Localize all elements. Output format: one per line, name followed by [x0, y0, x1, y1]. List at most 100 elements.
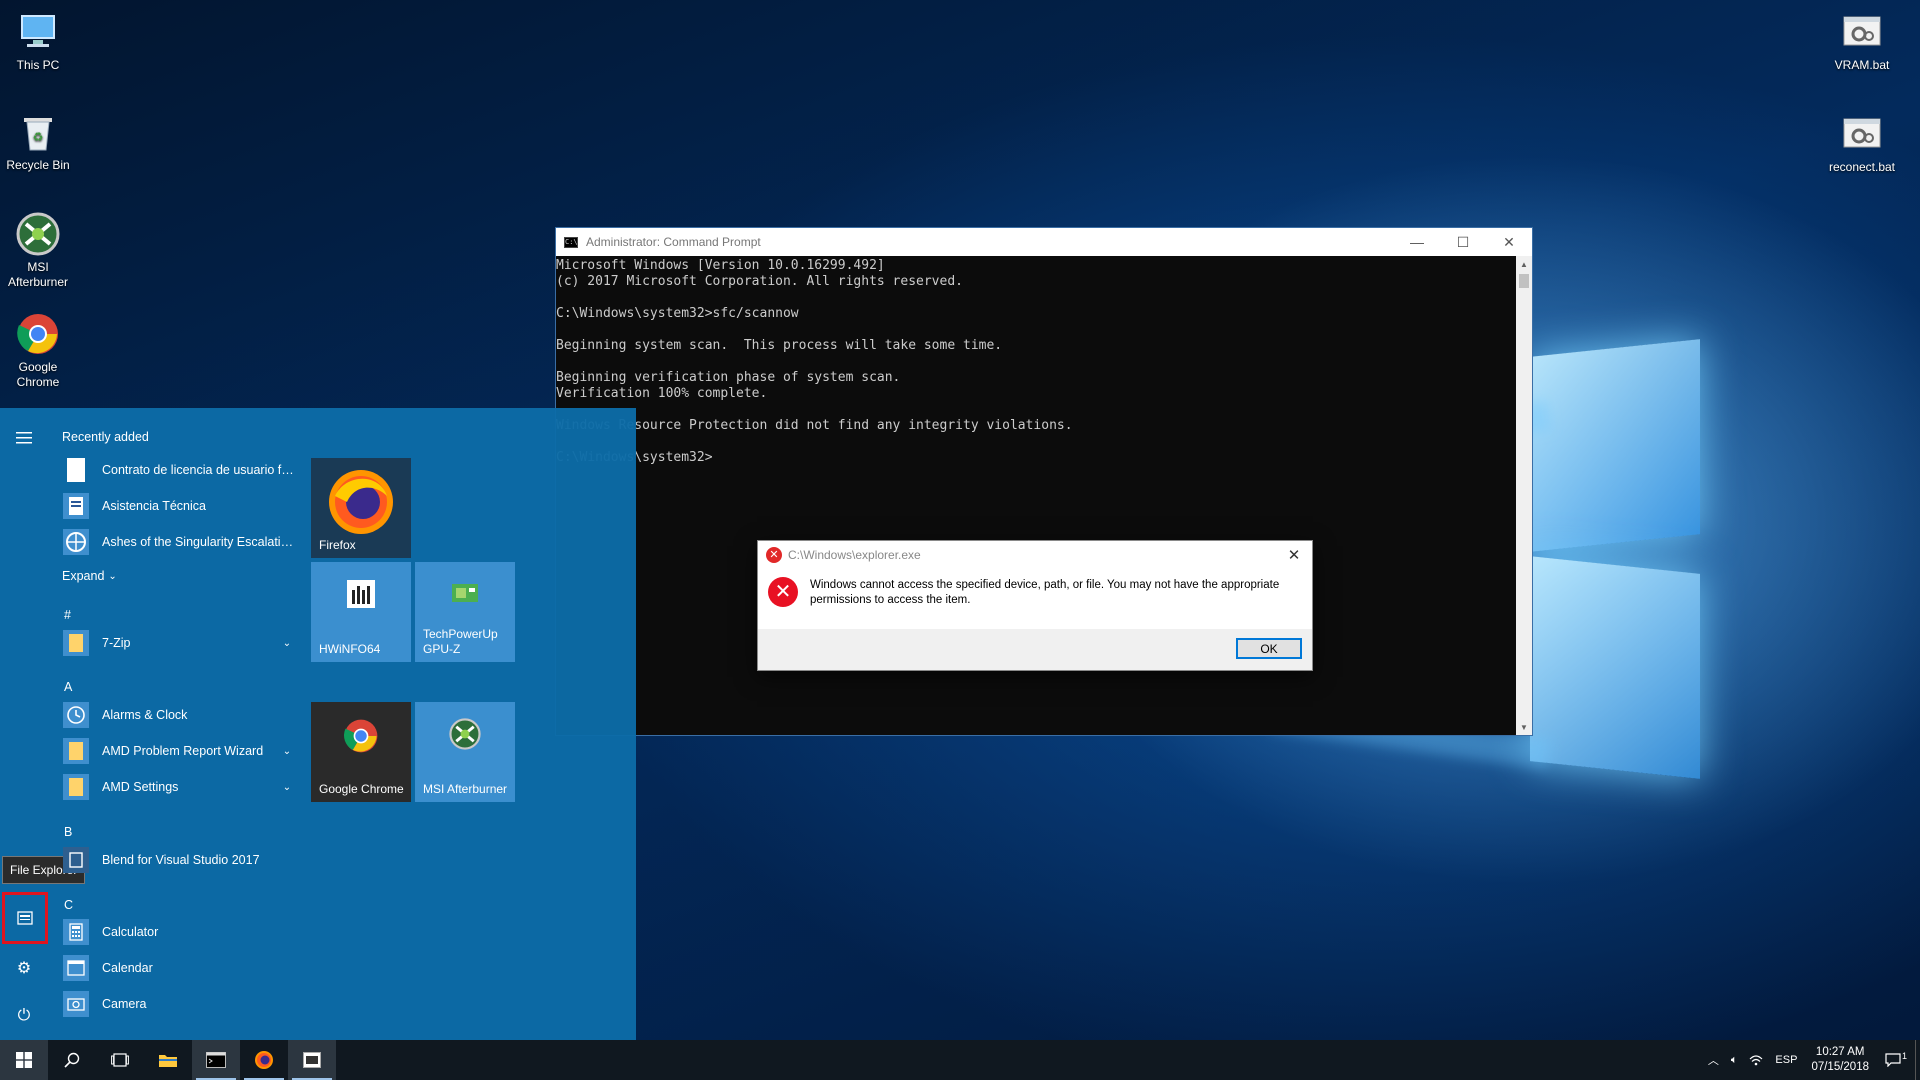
- network-button[interactable]: [1743, 1054, 1769, 1066]
- cmd-titlebar[interactable]: C:\ Administrator: Command Prompt — ☐ ✕: [556, 228, 1532, 256]
- start-app-list: Recently added Contrato de licencia de u…: [62, 408, 302, 1040]
- search-button[interactable]: [48, 1040, 96, 1080]
- minimize-button[interactable]: —: [1394, 228, 1440, 256]
- volume-button[interactable]: 🔈︎: [1725, 1054, 1744, 1067]
- language-indicator[interactable]: ESP: [1769, 1054, 1803, 1066]
- camera-icon: [62, 990, 90, 1018]
- notification-icon: [1885, 1053, 1901, 1067]
- file-explorer-button[interactable]: [2, 892, 48, 944]
- desktop-icon-label: reconect.bat: [1828, 160, 1896, 174]
- dialog-message: Windows cannot access the specified devi…: [810, 579, 1280, 606]
- show-desktop-button[interactable]: [1915, 1040, 1920, 1080]
- chrome-icon: [16, 312, 60, 356]
- taskbar-file-explorer[interactable]: [144, 1040, 192, 1080]
- app-list-item[interactable]: AMD Problem Report Wizard ⌄: [62, 734, 294, 768]
- app-list-item[interactable]: Blend for Visual Studio 2017: [62, 843, 294, 877]
- scroll-down-icon[interactable]: ▼: [1516, 719, 1532, 735]
- desktop-icon-recycle-bin[interactable]: ♻ Recycle Bin: [0, 110, 76, 173]
- folder-icon: [62, 773, 90, 801]
- app-list-item[interactable]: Alarms & Clock: [62, 698, 294, 732]
- scroll-up-icon[interactable]: ▲: [1516, 256, 1532, 272]
- show-hidden-icons-button[interactable]: ︿: [1702, 1052, 1725, 1068]
- this-pc-icon: [16, 10, 60, 54]
- desktop-icon-vram-bat[interactable]: VRAM.bat: [1824, 10, 1900, 73]
- alarm-clock-icon: [62, 701, 90, 729]
- app-list-item[interactable]: Asistencia Técnica: [62, 489, 294, 523]
- section-letter[interactable]: B: [64, 825, 72, 839]
- app-list-item[interactable]: Calendar: [62, 951, 294, 985]
- expand-button[interactable]: Expand ⌄: [62, 559, 142, 593]
- tile-label: HWiNFO64: [319, 642, 381, 656]
- app-label: Blend for Visual Studio 2017: [102, 853, 260, 867]
- tile-gpuz[interactable]: TechPowerUp GPU-Z: [415, 562, 515, 662]
- desktop-icon-label: Recycle Bin: [6, 158, 70, 172]
- section-letter[interactable]: #: [64, 608, 71, 622]
- wifi-icon: [1749, 1055, 1763, 1066]
- task-view-button[interactable]: [96, 1040, 144, 1080]
- window-icon: [303, 1052, 321, 1068]
- tile-hwinfo64[interactable]: HWiNFO64: [311, 562, 411, 662]
- desktop-icon-label: This PC: [16, 58, 60, 72]
- firefox-icon: [311, 466, 411, 538]
- console-line: Beginning verification phase of system s…: [556, 370, 901, 385]
- dialog-title: C:\Windows\explorer.exe: [788, 548, 921, 562]
- desktop-icon-reconect-bat[interactable]: reconect.bat: [1824, 112, 1900, 175]
- power-button[interactable]: ⏻: [0, 992, 48, 1040]
- tile-firefox[interactable]: Firefox: [311, 458, 411, 558]
- settings-button[interactable]: ⚙: [0, 944, 48, 992]
- action-center-button[interactable]: 1: [1877, 1051, 1915, 1067]
- chevron-down-icon[interactable]: ⌄: [280, 746, 294, 757]
- desktop-icon-this-pc[interactable]: This PC: [0, 10, 76, 73]
- app-label: Calendar: [102, 961, 153, 975]
- notification-count-badge: 1: [1901, 1051, 1907, 1061]
- batch-file-icon: [1840, 10, 1884, 54]
- ok-button[interactable]: OK: [1236, 638, 1302, 659]
- dialog-titlebar[interactable]: ✕ C:\Windows\explorer.exe ✕: [758, 541, 1312, 569]
- batch-file-icon: [1840, 112, 1884, 156]
- folder-icon: [159, 1055, 177, 1067]
- app-list-item[interactable]: AMD Settings ⌄: [62, 770, 294, 804]
- console-line: C:\Windows\system32>sfc/scannow: [556, 306, 799, 321]
- taskbar-firefox[interactable]: [240, 1040, 288, 1080]
- taskbar-command-prompt[interactable]: [192, 1040, 240, 1080]
- app-label: Alarms & Clock: [102, 708, 188, 722]
- tile-google-chrome[interactable]: Google Chrome: [311, 702, 411, 802]
- section-letter[interactable]: A: [64, 680, 72, 694]
- cmd-scrollbar[interactable]: ▲ ▼: [1516, 256, 1532, 735]
- tile-msi-afterburner[interactable]: MSI Afterburner: [415, 702, 515, 802]
- chevron-down-icon[interactable]: ⌄: [280, 782, 294, 793]
- desktop-icon-msi-afterburner[interactable]: MSI Afterburner: [0, 212, 76, 290]
- app-list-item[interactable]: Camera: [62, 987, 294, 1021]
- section-letter[interactable]: C: [64, 898, 73, 912]
- start-menu-rail: ⚙ ⏻: [0, 408, 48, 1040]
- msi-afterburner-icon: [16, 212, 60, 256]
- dialog-body: ✕ Windows cannot access the specified de…: [758, 569, 1312, 623]
- error-dialog[interactable]: ✕ C:\Windows\explorer.exe ✕ ✕ Windows ca…: [757, 540, 1313, 671]
- maximize-button[interactable]: ☐: [1440, 228, 1486, 256]
- desktop-icon-google-chrome[interactable]: Google Chrome: [0, 312, 76, 390]
- scroll-thumb[interactable]: [1519, 274, 1529, 288]
- error-icon: ✕: [766, 547, 782, 563]
- desktop-icon-label: MSI Afterburner: [7, 260, 69, 289]
- cmd-title: Administrator: Command Prompt: [586, 235, 761, 249]
- start-button[interactable]: [0, 1040, 48, 1080]
- clock[interactable]: 10:27 AM 07/15/2018: [1803, 1045, 1877, 1075]
- firefox-icon: [255, 1051, 273, 1069]
- chevron-down-icon: ⌄: [108, 570, 117, 582]
- chevron-down-icon[interactable]: ⌄: [280, 638, 294, 649]
- hamburger-menu-button[interactable]: [0, 414, 48, 462]
- app-list-item[interactable]: Contrato de licencia de usuario fin...: [62, 453, 294, 487]
- app-list-item[interactable]: Calculator: [62, 915, 294, 949]
- desktop-icon-label: Google Chrome: [16, 360, 60, 389]
- task-view-icon: [111, 1053, 129, 1067]
- app-list-item[interactable]: 7-Zip ⌄: [62, 626, 294, 660]
- close-button[interactable]: ✕: [1486, 228, 1532, 256]
- dialog-close-button[interactable]: ✕: [1276, 546, 1312, 564]
- search-icon: [64, 1052, 80, 1068]
- app-label: Calculator: [102, 925, 159, 939]
- app-list-item[interactable]: Ashes of the Singularity Escalation: [62, 525, 294, 559]
- taskbar-explorer-dialog[interactable]: [288, 1040, 336, 1080]
- folder-icon: [62, 737, 90, 765]
